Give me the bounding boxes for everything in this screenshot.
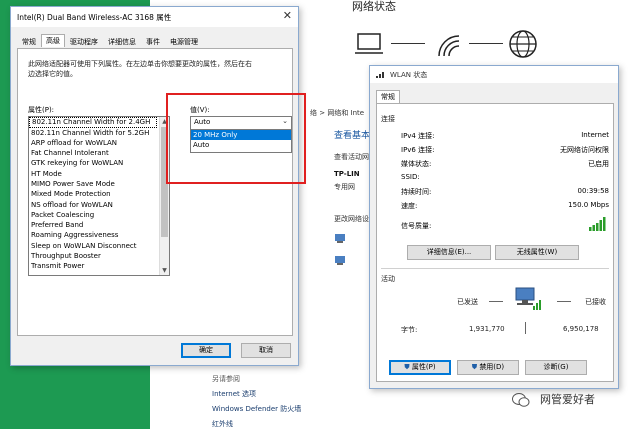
property-item[interactable]: NS offload for WoWLAN (29, 200, 155, 210)
properties-label: 属性(P) (411, 363, 436, 371)
wlan-general-panel: 连接 IPv4 连接: Internet IPv6 连接: 无网络访问权限 媒体状态… (376, 103, 614, 382)
internet-options-link[interactable]: Internet 选项 (212, 389, 256, 399)
dialog-titlebar[interactable]: Intel(R) Dual Band Wireless-AC 3168 属性 ✕ (11, 7, 298, 27)
row-key: SSID: (401, 173, 420, 181)
computer-icon (355, 33, 383, 54)
bytes-received: 6,950,178 (563, 325, 599, 333)
property-item[interactable]: Roaming Aggressiveness (29, 230, 155, 240)
divider (381, 268, 609, 269)
advanced-tab-panel: 此网络适配器可使用下列属性。在左边单击你想要更改的属性，然后在右边选择它的值。 … (17, 48, 293, 336)
row-value: 150.0 Mbps (568, 201, 609, 209)
tab-details[interactable]: 详细信息 (103, 35, 141, 48)
row-value: Internet (581, 131, 609, 139)
property-item[interactable]: Fat Channel Intolerant (29, 148, 155, 158)
active-networks-label: 查看活动网 (334, 153, 369, 161)
property-item[interactable]: HT Mode (29, 169, 155, 179)
property-item[interactable]: 802.11n Channel Width for 5.2GH (29, 128, 155, 138)
row-value: 00:39:58 (577, 187, 609, 195)
connection-group-label: 连接 (381, 115, 395, 123)
see-also-label: 另请参阅 (212, 375, 240, 383)
network-status-title: 网络状态 (352, 0, 396, 13)
wifi-icon (438, 35, 460, 57)
received-label: 已接收 (585, 298, 606, 306)
shield-icon: ⛊ (404, 363, 410, 371)
row-key: 媒体状态: (401, 160, 432, 168)
close-icon[interactable]: ✕ (283, 9, 292, 22)
row-key: 速度: (401, 202, 418, 210)
activity-group-label: 活动 (381, 275, 395, 283)
property-item[interactable]: GTK rekeying for WoWLAN (29, 158, 155, 168)
cancel-button[interactable]: 取消 (241, 343, 291, 358)
properties-button[interactable]: ⛊ 属性(P) (389, 360, 451, 375)
property-item[interactable]: Sleep on WoWLAN Disconnect (29, 241, 155, 251)
wifi-icon (376, 72, 384, 78)
change-settings-label: 更改网络设 (334, 215, 369, 223)
adapter-properties-dialog: Intel(R) Dual Band Wireless-AC 3168 属性 ✕… (10, 6, 299, 366)
property-item[interactable]: Preferred Band (29, 220, 155, 230)
tab-power-management[interactable]: 电源管理 (165, 35, 203, 48)
property-label: 属性(P): (28, 106, 55, 114)
network-adapter-icon[interactable] (334, 232, 348, 244)
signal-label: 信号质量: (401, 222, 432, 230)
bytes-divider (525, 322, 526, 334)
link-line (391, 43, 425, 44)
sent-line (489, 301, 503, 302)
globe-icon (509, 30, 537, 58)
infrared-link[interactable]: 红外线 (212, 419, 233, 429)
firewall-link[interactable]: Windows Defender 防火墙 (212, 404, 301, 414)
property-list[interactable]: 802.11n Channel Width for 2.4GH 802.11n … (28, 116, 170, 276)
row-key: IPv4 连接: (401, 132, 435, 140)
bytes-sent: 1,931,770 (469, 325, 505, 333)
network-adapter-icon[interactable] (334, 254, 348, 266)
property-item[interactable]: Transmit Power (29, 261, 155, 271)
row-value: 无网络访问权限 (560, 146, 609, 154)
tab-driver[interactable]: 驱动程序 (65, 35, 103, 48)
sent-label: 已发送 (457, 298, 478, 306)
wireless-properties-button[interactable]: 无线属性(W) (495, 245, 579, 260)
property-item[interactable]: 802.11n Channel Width for 2.4GH (29, 117, 157, 128)
network-name: TP-LIN (334, 170, 360, 178)
ok-button[interactable]: 确定 (181, 343, 231, 358)
disable-label: 禁用(D) (479, 363, 505, 371)
tab-advanced[interactable]: 高级 (41, 34, 65, 47)
dialog-title: Intel(R) Dual Band Wireless-AC 3168 属性 (17, 13, 172, 22)
diagnose-button[interactable]: 诊断(G) (525, 360, 587, 375)
signal-strength-icon (589, 217, 606, 231)
details-button[interactable]: 详细信息(E)... (407, 245, 491, 260)
watermark-text: 网管爱好者 (540, 393, 595, 406)
wlan-titlebar[interactable]: WLAN 状态 (370, 66, 618, 83)
page-heading: 查看基本 (334, 131, 371, 141)
description-text: 此网络适配器可使用下列属性。在左边单击你想要更改的属性，然后在右边选择它的值。 (28, 60, 252, 78)
row-value: 已启用 (588, 160, 609, 168)
property-item[interactable]: MIMO Power Save Mode (29, 179, 155, 189)
row-key: IPv6 连接: (401, 146, 435, 154)
property-item[interactable]: ARP offload for WoWLAN (29, 138, 155, 148)
tab-events[interactable]: 事件 (141, 35, 165, 48)
property-item[interactable]: Packet Coalescing (29, 210, 155, 220)
scroll-down-icon[interactable]: ▼ (160, 266, 169, 275)
wechat-icon (512, 393, 530, 407)
network-diagram (355, 28, 545, 60)
wlan-title: WLAN 状态 (390, 71, 428, 79)
tab-general[interactable]: 常规 (376, 90, 400, 103)
property-item[interactable]: Mixed Mode Protection (29, 189, 155, 199)
disable-button[interactable]: ⛊ 禁用(D) (457, 360, 519, 375)
dialog-tabs: 常规 高级 驱动程序 详细信息 事件 电源管理 (17, 34, 203, 48)
highlight-box (166, 93, 306, 184)
tab-general[interactable]: 常规 (17, 35, 41, 48)
wlan-status-dialog: WLAN 状态 常规 连接 IPv4 连接: Internet IPv6 连接: 无… (369, 65, 619, 389)
received-line (557, 301, 571, 302)
shield-icon: ⛊ (471, 363, 478, 371)
bytes-label: 字节: (401, 326, 418, 334)
network-activity-icon (515, 287, 541, 310)
breadcrumb[interactable]: 络 > 网络和 Inte (310, 108, 364, 118)
link-line (469, 43, 503, 44)
property-item[interactable]: Throughput Booster (29, 251, 155, 261)
row-key: 持续时间: (401, 188, 432, 196)
network-type: 专用网 (334, 183, 355, 191)
